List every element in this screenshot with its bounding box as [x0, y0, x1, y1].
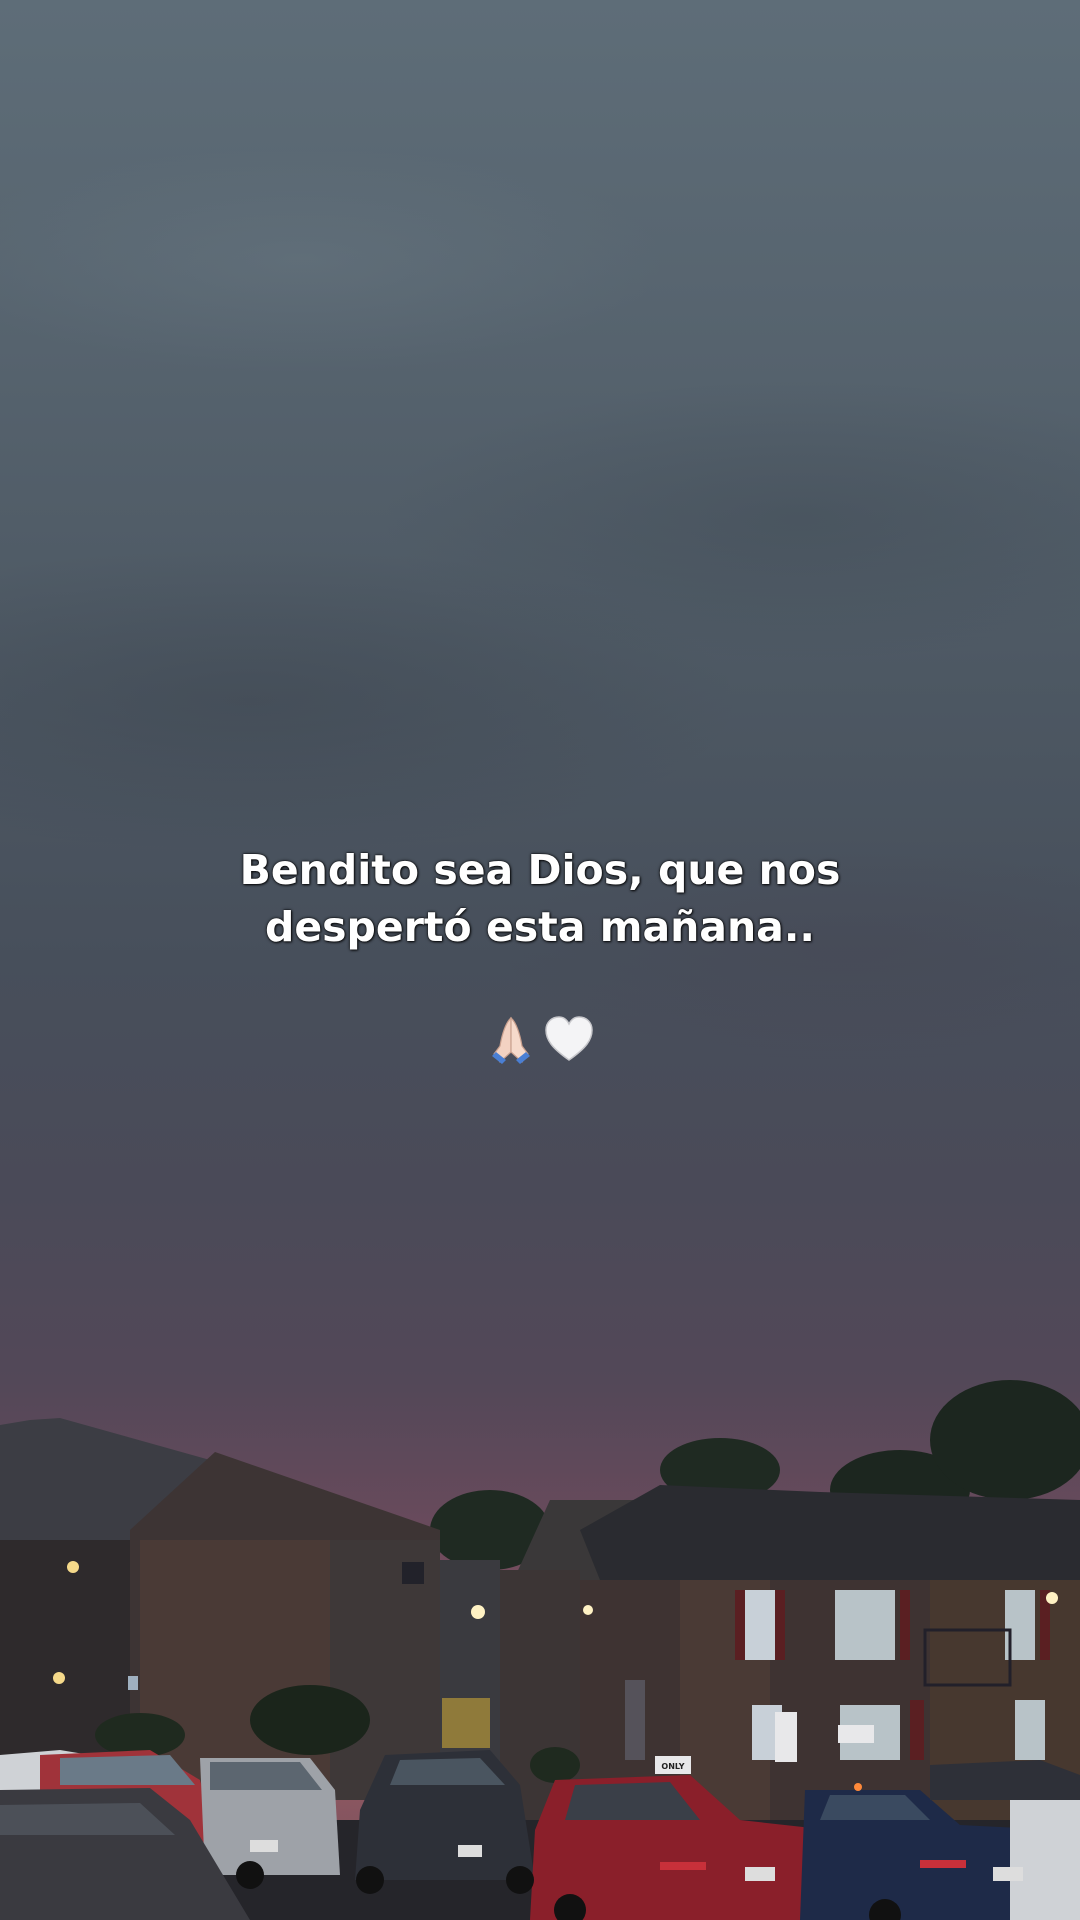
- white-heart-icon: [542, 1012, 596, 1066]
- emoji-row: [0, 1012, 1080, 1066]
- caption-text: Bendito sea Dios, que nos despertó esta …: [0, 842, 1080, 956]
- caption-line-1: Bendito sea Dios, que nos: [239, 846, 841, 894]
- parking-sign-text: ONLY: [661, 1762, 684, 1771]
- caption-line-2: despertó esta mañana..: [265, 903, 815, 951]
- buildings-and-parking-lot: ONLY: [0, 1380, 1080, 1920]
- photo-scene: Bendito sea Dios, que nos despertó esta …: [0, 0, 1080, 1920]
- apartment-building-left: [0, 1418, 500, 1800]
- folded-hands-icon: [484, 1012, 538, 1066]
- cloudy-sky: [0, 0, 1080, 1400]
